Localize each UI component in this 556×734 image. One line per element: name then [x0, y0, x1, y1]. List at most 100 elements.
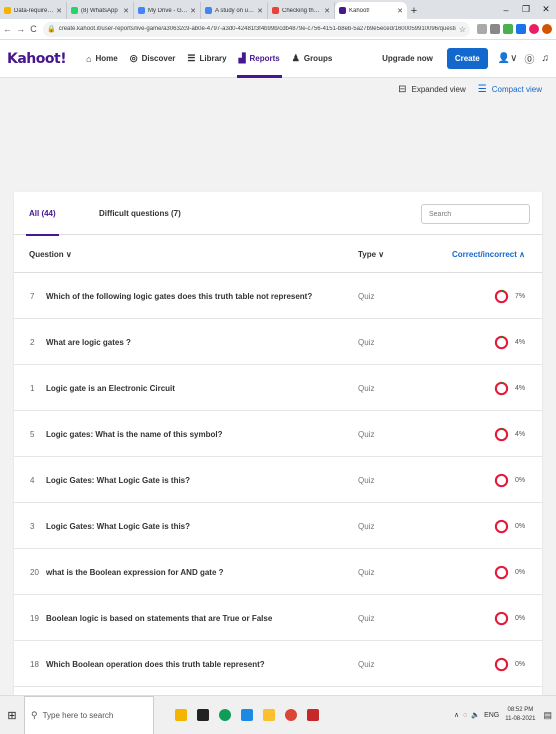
tab-favicon-icon [138, 7, 145, 14]
store-icon[interactable] [197, 709, 209, 721]
app-icon[interactable] [219, 709, 231, 721]
correct-percentage: 4% [515, 384, 526, 392]
chrome-icon[interactable] [285, 709, 297, 721]
tab-favicon-icon [4, 7, 11, 14]
question-number: 5 [30, 429, 35, 439]
clock[interactable]: 08:52 PM 11-08-2021 [505, 706, 535, 724]
close-tab-icon[interactable]: ✕ [123, 7, 129, 15]
back-icon[interactable]: ← [2, 24, 13, 34]
questions-card: All (44) Difficult questions (7) Questio… [14, 192, 542, 695]
correct-ratio-donut [494, 565, 509, 580]
compact-view-button[interactable]: ☰ Compact view [478, 84, 542, 95]
question-number: 19 [30, 613, 39, 623]
table-row[interactable]: 4 Logic Gates: What Logic Gate is this? Qu… [14, 457, 542, 503]
lang-indicator[interactable]: ENG [484, 712, 499, 719]
close-tab-icon[interactable]: ✕ [324, 7, 330, 15]
close-window-icon[interactable]: ✕ [536, 4, 556, 15]
extension-icon[interactable] [529, 24, 539, 34]
file-explorer-icon[interactable] [175, 709, 187, 721]
table-row[interactable]: 2 What are logic gates ? Quiz 4% [14, 319, 542, 365]
upgrade-now-link[interactable]: Upgrade now [382, 54, 433, 63]
chevron-up-icon[interactable]: ∧ [454, 711, 459, 719]
windows-start-icon[interactable]: ⊞ [0, 709, 24, 722]
extension-icon[interactable] [503, 24, 513, 34]
profile-avatar[interactable] [542, 24, 552, 34]
url-field[interactable]: 🔒 create.kahoot.it/user-reports/live-gam… [43, 21, 470, 37]
close-tab-icon[interactable]: ✕ [397, 7, 403, 15]
question-type: Quiz [358, 521, 375, 531]
table-row[interactable]: 19 Boolean logic is based on statements t… [14, 595, 542, 641]
correct-ratio-donut [494, 381, 509, 396]
nav-item-label: Discover [141, 54, 176, 63]
browser-tab[interactable]: A study on useful techn✕ [201, 2, 268, 19]
forward-icon[interactable]: → [15, 24, 26, 34]
nav-item-reports[interactable]: ▟ Reports [233, 40, 286, 78]
close-tab-icon[interactable]: ✕ [190, 7, 196, 15]
new-tab-button[interactable]: + [407, 2, 421, 19]
correct-percentage: 0% [515, 614, 526, 622]
filter-tabs: All (44) Difficult questions (7) [14, 192, 542, 236]
address-bar: ← → C 🔒 create.kahoot.it/user-reports/li… [0, 19, 556, 40]
browser-tab[interactable]: Data-requirement-We✕ [0, 2, 67, 19]
table-row[interactable]: 20 what is the Boolean expression for AND… [14, 549, 542, 595]
incorrect-arc [494, 519, 509, 534]
taskbar-search[interactable]: ⚲ Type here to search [24, 695, 154, 734]
table-row[interactable]: 1 Logic gate is an Electronic Circuit Quiz… [14, 365, 542, 411]
table-row[interactable]: 5 Logic gates: What is the name of this s… [14, 411, 542, 457]
nav-item-library[interactable]: ☰ Library [181, 40, 232, 78]
create-button[interactable]: Create [446, 48, 488, 69]
question-number: 7 [30, 291, 35, 301]
nav-item-home[interactable]: ⌂ Home [80, 40, 124, 78]
question-text: Which Boolean operation does this truth … [46, 659, 265, 669]
question-number: 3 [30, 521, 35, 531]
question-type: Quiz [358, 613, 375, 623]
user-icon[interactable]: 👤∨ [498, 53, 518, 64]
minimize-icon[interactable]: – [496, 5, 516, 15]
table-row[interactable]: 18 Which Boolean operation does this trut… [14, 641, 542, 687]
close-tab-icon[interactable]: ✕ [257, 7, 263, 15]
notification-bell-icon[interactable]: ♫ [542, 53, 550, 64]
close-tab-icon[interactable]: ✕ [56, 7, 62, 15]
column-question-header[interactable]: Question ∨ [29, 235, 72, 273]
tab-difficult-questions[interactable]: Difficult questions (7) [99, 192, 181, 235]
browser-tab[interactable]: Checking the files sharing✕ [268, 2, 335, 19]
search-input[interactable] [421, 204, 530, 224]
correct-ratio-donut [494, 427, 509, 442]
notification-center-icon[interactable]: ▤ [543, 710, 552, 721]
incorrect-arc [494, 657, 509, 672]
browser-tab[interactable]: Kahoot! ✕ [335, 2, 407, 19]
nav-item-groups[interactable]: ♟ Groups [286, 40, 339, 78]
table-row[interactable]: 3 Logic Gates: What Logic Gate is this? Qu… [14, 503, 542, 549]
column-correct-header[interactable]: Correct/incorrect ∧ [452, 235, 525, 273]
extension-icon[interactable] [477, 24, 487, 34]
maximize-icon[interactable]: ❐ [516, 4, 536, 15]
question-type: Quiz [358, 659, 375, 669]
nav-item-discover[interactable]: ◎ Discover [124, 40, 182, 78]
correct-ratio-donut [494, 657, 509, 672]
tab-all[interactable]: All (44) [26, 192, 59, 236]
network-icon[interactable]: ◌ [463, 712, 467, 719]
kahoot-logo[interactable]: Kahoot! [7, 51, 67, 67]
incorrect-arc [494, 381, 509, 396]
browser-tab-label: (8) WhatsApp [81, 7, 118, 14]
browser-tab[interactable]: (8) WhatsApp ✕ [67, 2, 134, 19]
help-icon[interactable]: ⓪ [525, 51, 535, 66]
browser-tab-label: Kahoot! [349, 7, 370, 14]
volume-icon[interactable]: 🔈 [471, 711, 480, 719]
column-type-header[interactable]: Type ∨ [358, 235, 384, 273]
app-icon[interactable] [263, 709, 275, 721]
app-icon[interactable] [241, 709, 253, 721]
system-tray: ∧ ◌ 🔈 ENG 08:52 PM 11-08-2021 ▤ [450, 706, 556, 724]
question-type: Quiz [358, 291, 375, 301]
bookmark-star-icon[interactable]: ☆ [459, 25, 466, 34]
table-row[interactable]: 7 Which of the following logic gates does… [14, 273, 542, 319]
reload-icon[interactable]: C [28, 24, 39, 34]
browser-tab-label: Checking the files sharing [282, 7, 322, 14]
expanded-view-button[interactable]: ⊟ Expanded view [398, 84, 466, 95]
incorrect-arc [494, 565, 509, 580]
nav-item-label: Home [95, 54, 118, 63]
powerpoint-icon[interactable] [307, 709, 319, 721]
extension-icon[interactable] [490, 24, 500, 34]
browser-tab[interactable]: My Drive - Google Dri✕ [134, 2, 201, 19]
extension-icon[interactable] [516, 24, 526, 34]
